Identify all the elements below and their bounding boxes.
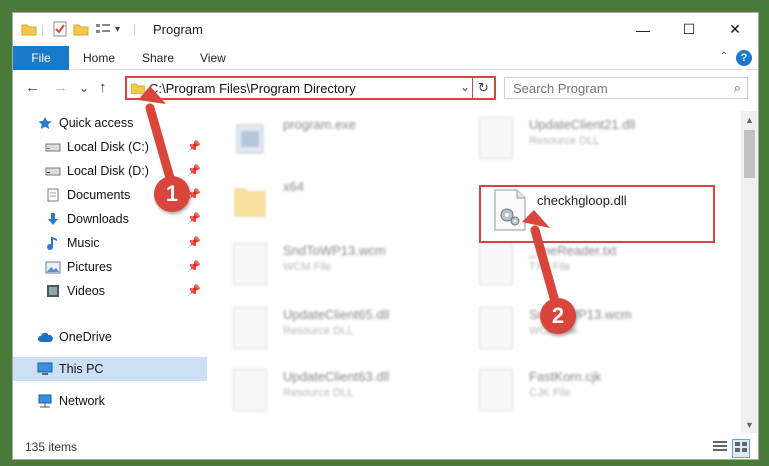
annotation-arrows — [138, 86, 561, 310]
step-callout-2: 2 — [540, 298, 576, 334]
step-callout-1: 1 — [154, 176, 190, 212]
